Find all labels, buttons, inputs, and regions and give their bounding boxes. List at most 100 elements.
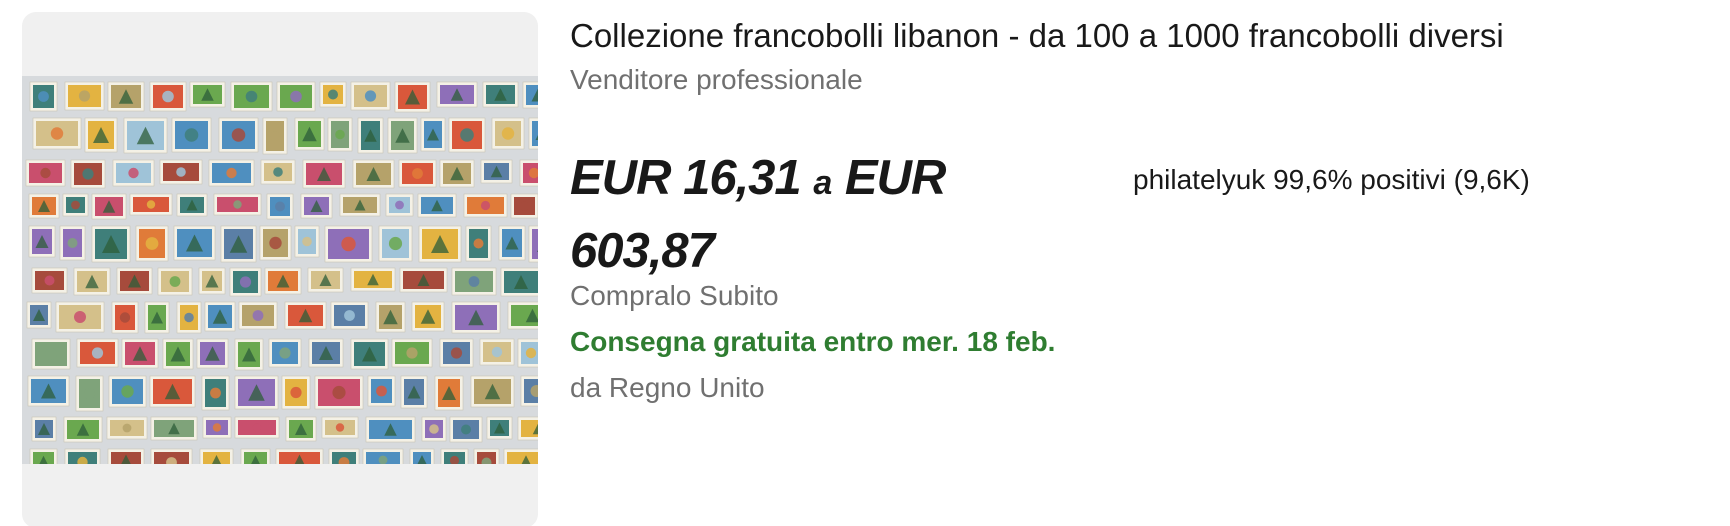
price-range: EUR 16,31 a EUR 603,87 [570,144,990,285]
stamp [285,416,317,442]
stamp [375,301,406,333]
stamp [294,117,325,151]
stamp [411,301,445,332]
seller-type: Venditore professionale [570,64,863,95]
stamp [302,159,346,189]
stamp [399,267,448,293]
stamp [59,225,86,261]
stamp [264,267,302,295]
stamp [365,416,416,443]
stamp [234,338,264,371]
price-separator: a [813,164,833,202]
stamp [268,338,302,368]
stamp [391,338,433,368]
stamp [385,193,414,217]
stamp [327,117,353,152]
stamp [517,416,538,441]
stamp [352,159,395,189]
stamp [420,117,446,152]
stamp [308,338,344,368]
stamp [486,416,513,440]
stamp [357,117,384,154]
stamp [491,117,525,150]
stamp [144,301,170,334]
stamp [123,117,168,154]
stamp [330,301,369,330]
stamp [234,375,279,410]
listing-image[interactable] [22,12,538,526]
stamp [26,301,52,329]
stamp [238,301,278,330]
stamp [159,159,203,185]
stamp [229,267,262,297]
stamp [463,193,508,218]
stamp [62,193,89,217]
stamp [204,301,236,332]
stamp [218,117,259,153]
stamp [281,375,311,410]
stamp [220,225,257,263]
stamp [29,448,58,464]
stamp [517,338,538,368]
listing-title[interactable]: Collezione francobolli libanon - da 100 … [570,16,1504,56]
stamp [260,159,296,185]
stamp [470,375,515,408]
stamp [234,416,280,439]
stamp [31,338,71,370]
price-from: EUR 16,31 [570,151,802,205]
stamp [27,375,70,407]
stamp [28,225,56,258]
stamp [448,117,486,153]
stamp [198,267,226,295]
stamp [398,159,437,188]
stamp [451,267,497,296]
listing-card[interactable]: Collezione francobolli libanon - da 100 … [0,0,1730,526]
stamp-collection-photo [22,76,538,464]
stamp [176,301,202,334]
stamp [162,338,194,370]
stamp [473,448,500,464]
stamp [176,193,208,217]
stamp [31,267,68,294]
item-location: da Regno Unito [570,372,765,403]
stamp [480,159,513,184]
stamp [307,267,344,293]
stamp [465,225,492,262]
stamp [150,416,198,441]
stamp [63,416,103,443]
stamp [129,193,173,216]
stamp [507,301,538,330]
stamp [121,338,159,369]
stamp [240,448,271,464]
stamp [208,159,255,187]
stamp [173,225,216,261]
stamp [528,225,538,263]
stamp [150,448,193,464]
stamp [116,267,153,295]
stamp [328,448,360,464]
stamp [314,375,364,410]
stamp [266,193,294,220]
stamp [70,159,106,189]
stamp [510,193,538,219]
stamp [500,267,538,297]
stamp [367,375,396,407]
stamp [350,267,396,292]
stamp [64,448,101,464]
stamp [157,267,193,296]
stamp [479,338,515,366]
stamp [259,225,292,261]
stamp [451,301,501,334]
stamp [400,375,428,409]
stamp [522,81,538,109]
stamp [449,416,483,443]
stamp [189,81,226,108]
stamp [436,81,478,108]
stamp-collage [22,76,538,464]
stamp [439,159,475,188]
stamp [519,159,538,187]
delivery-info: Consegna gratuita entro mer. 18 feb. [570,326,1056,357]
stamp [439,338,474,368]
stamp [482,81,519,108]
stamp [440,448,469,464]
